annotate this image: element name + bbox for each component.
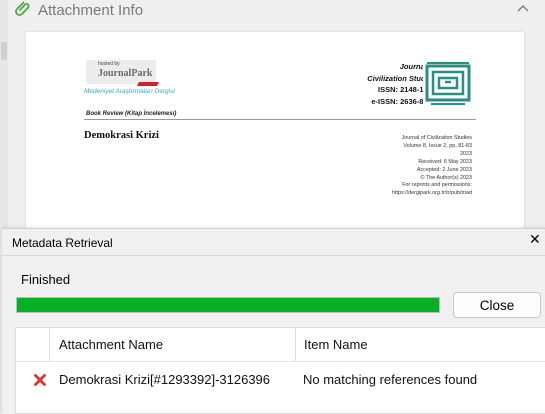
journal-subtitle: Medeniyet Araştırmaları Dergisi xyxy=(84,88,175,95)
article-title: Demokrasi Krizi xyxy=(84,130,159,141)
logo-red-tag xyxy=(136,82,160,86)
section-label: Book Review (Kitap İncelemesi) xyxy=(86,111,177,117)
meta-line: Received: 6 May 2023 xyxy=(418,158,472,165)
progress-fill xyxy=(17,298,439,312)
university-seal-icon xyxy=(423,60,473,110)
meta-line: Volume 8, Issue 2, pp. 81-83 xyxy=(403,142,472,149)
chevron-up-icon[interactable] xyxy=(515,2,531,16)
attachment-preview[interactable]: hosted by JournalPark Medeniyet Araştırm… xyxy=(26,32,524,242)
column-separator[interactable] xyxy=(49,328,50,361)
metadata-retrieval-dialog: Metadata Retrieval ✕ Finished Close Atta… xyxy=(2,228,545,414)
column-separator[interactable] xyxy=(295,328,296,361)
article-meta: Journal of Civilization Studies Volume 8… xyxy=(392,135,472,198)
scrollbar-thumb[interactable] xyxy=(1,42,7,60)
item-name-cell: No matching references found xyxy=(303,372,478,387)
dialog-title: Metadata Retrieval xyxy=(12,236,113,250)
logo-hosted-text: hosted by xyxy=(98,61,120,67)
close-icon[interactable]: ✕ xyxy=(529,232,543,246)
status-text: Finished xyxy=(21,272,71,287)
attachment-paperclip-icon xyxy=(14,0,32,22)
column-header-item[interactable]: Item Name xyxy=(304,337,368,352)
logo-name-text: JournalPark xyxy=(98,68,153,79)
column-header-attachment[interactable]: Attachment Name xyxy=(59,337,163,352)
attachment-info-header[interactable]: Attachment Info xyxy=(14,0,143,20)
title-divider xyxy=(2,255,545,256)
attachment-name-cell: Demokrasi Krizi[#1293392]-3126396 xyxy=(59,372,271,387)
results-table: Attachment Name Item Name Demokrasi Kriz… xyxy=(15,327,545,414)
progress-bar xyxy=(16,297,440,313)
table-header: Attachment Name Item Name xyxy=(16,328,545,362)
meta-line: Accepted: 2 June 2023 xyxy=(416,166,472,173)
meta-line: 2023 xyxy=(460,150,472,157)
close-button[interactable]: Close xyxy=(453,292,541,318)
meta-line: Journal of Civilization Studies xyxy=(401,135,472,141)
header-divider xyxy=(84,119,476,120)
error-x-icon xyxy=(33,373,47,387)
meta-line: For reprints and permissions: xyxy=(402,182,472,189)
attachment-info-title: Attachment Info xyxy=(38,1,144,19)
meta-line: © The Author(s) 2023 xyxy=(420,174,472,181)
meta-line: https://dergipark.org.tr/tr/pub/mad xyxy=(392,190,472,197)
table-row[interactable]: Demokrasi Krizi[#1293392]-3126396 No mat… xyxy=(16,362,545,398)
